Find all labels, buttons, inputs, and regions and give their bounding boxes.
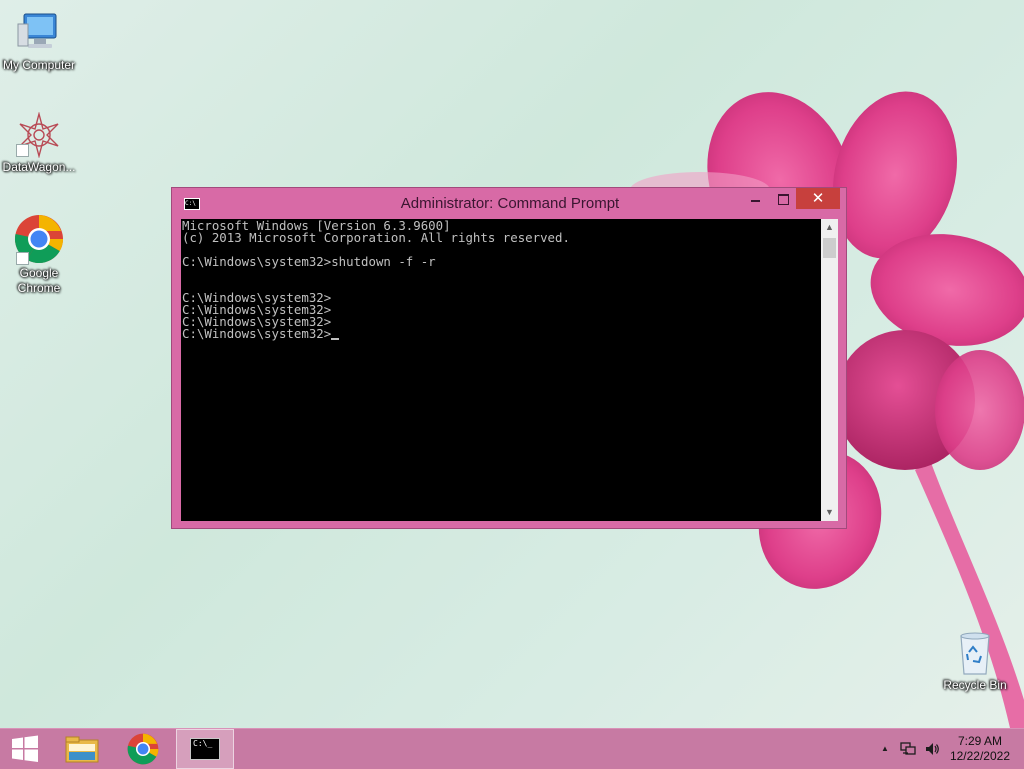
clock[interactable]: 7:29 AM 12/22/2022 [950, 734, 1010, 764]
console-line: C:\Windows\system32>shutdown -f -r [182, 254, 436, 269]
desktop-icon-datawagon[interactable]: DataWagon... [0, 112, 78, 175]
console-output: Microsoft Windows [Version 6.3.9600] (c)… [181, 219, 821, 340]
minimize-button[interactable] [740, 188, 770, 209]
desktop-icon-label: Google Chrome [17, 266, 61, 295]
close-button[interactable]: ✕ [796, 188, 840, 209]
console-line: (c) 2013 Microsoft Corporation. All righ… [182, 230, 570, 245]
title-bar[interactable]: C:\ Administrator: Command Prompt ✕ [172, 188, 846, 218]
clock-date: 12/22/2022 [949, 749, 1010, 763]
desktop-icon-google-chrome[interactable]: Google Chrome [0, 214, 78, 296]
shortcut-arrow-icon [16, 144, 29, 157]
scroll-thumb[interactable] [823, 238, 836, 258]
console-line: C:\Windows\system32> [182, 326, 332, 341]
desktop-icon-recycle-bin[interactable]: Recycle Bin [936, 630, 1014, 693]
vertical-scrollbar[interactable]: ▲ ▼ [821, 219, 838, 521]
chrome-icon [127, 733, 159, 765]
system-tray: ▲ 7:29 AM 12/22/2022 [864, 729, 1024, 769]
close-icon: ✕ [811, 190, 825, 207]
scroll-up-arrow-icon[interactable]: ▲ [821, 219, 838, 236]
my-computer-icon [17, 13, 57, 48]
show-hidden-icons-button[interactable]: ▲ [877, 741, 893, 757]
desktop-icon-label: Recycle Bin [943, 678, 1007, 692]
speaker-icon [926, 743, 939, 755]
start-button[interactable] [0, 729, 50, 769]
taskbar-google-chrome[interactable] [115, 729, 171, 769]
file-explorer-icon [65, 736, 99, 763]
network-icon-glyph [900, 742, 916, 755]
console-area[interactable]: Microsoft Windows [Version 6.3.9600] (c)… [181, 219, 821, 521]
command-prompt-icon-text: C:\ [193, 739, 208, 748]
recycle-bin-icon [960, 632, 990, 675]
text-cursor [331, 338, 340, 340]
desktop-icon-label: My Computer [2, 58, 76, 72]
command-prompt-window[interactable]: C:\ Administrator: Command Prompt ✕ Micr… [171, 187, 847, 529]
maximize-icon [777, 193, 789, 205]
minimize-icon [750, 200, 760, 203]
start-icon [12, 735, 38, 762]
desktop-icon-label: DataWagon... [2, 160, 76, 174]
maximize-button[interactable] [770, 188, 796, 209]
volume-icon[interactable] [924, 741, 940, 757]
network-icon[interactable] [900, 741, 916, 757]
clock-time: 7:29 AM [957, 734, 1002, 748]
taskbar: C:\_ ▲ 7:29 AM 12/22/2022 [0, 728, 1024, 769]
desktop-icon-my-computer[interactable]: My Computer [0, 10, 78, 73]
shortcut-arrow-icon [16, 252, 29, 265]
taskbar-command-prompt[interactable]: C:\_ [176, 729, 234, 769]
scroll-down-arrow-icon[interactable]: ▼ [821, 504, 838, 521]
taskbar-file-explorer[interactable] [54, 729, 110, 769]
command-prompt-icon: C:\_ [190, 738, 220, 760]
